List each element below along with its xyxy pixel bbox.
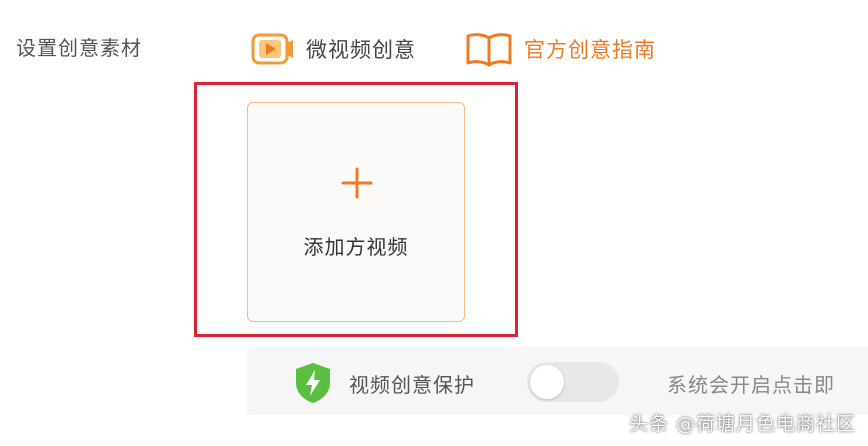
video-protection-bar: 视频创意保护 系统会开启点击即: [247, 347, 868, 415]
open-book-icon: [464, 30, 514, 68]
protection-hint: 系统会开启点击即: [667, 373, 835, 397]
creative-type: 微视频创意: [250, 30, 416, 68]
creative-type-label: 微视频创意: [306, 38, 416, 62]
plus-icon: [339, 165, 375, 201]
protection-toggle[interactable]: [527, 362, 619, 402]
official-guide-link[interactable]: 官方创意指南: [464, 30, 656, 68]
guide-label[interactable]: 官方创意指南: [524, 34, 656, 64]
add-video-button[interactable]: 添加方视频: [247, 102, 465, 322]
toggle-knob[interactable]: [530, 365, 564, 399]
watermark: 头条 @荷塘月色电商社区: [628, 413, 856, 435]
shield-bolt-icon: [293, 361, 333, 405]
add-video-label: 添加方视频: [303, 235, 409, 259]
protection-label: 视频创意保护: [349, 373, 475, 397]
section-label: 设置创意素材: [16, 36, 142, 60]
video-play-icon: [250, 30, 296, 68]
